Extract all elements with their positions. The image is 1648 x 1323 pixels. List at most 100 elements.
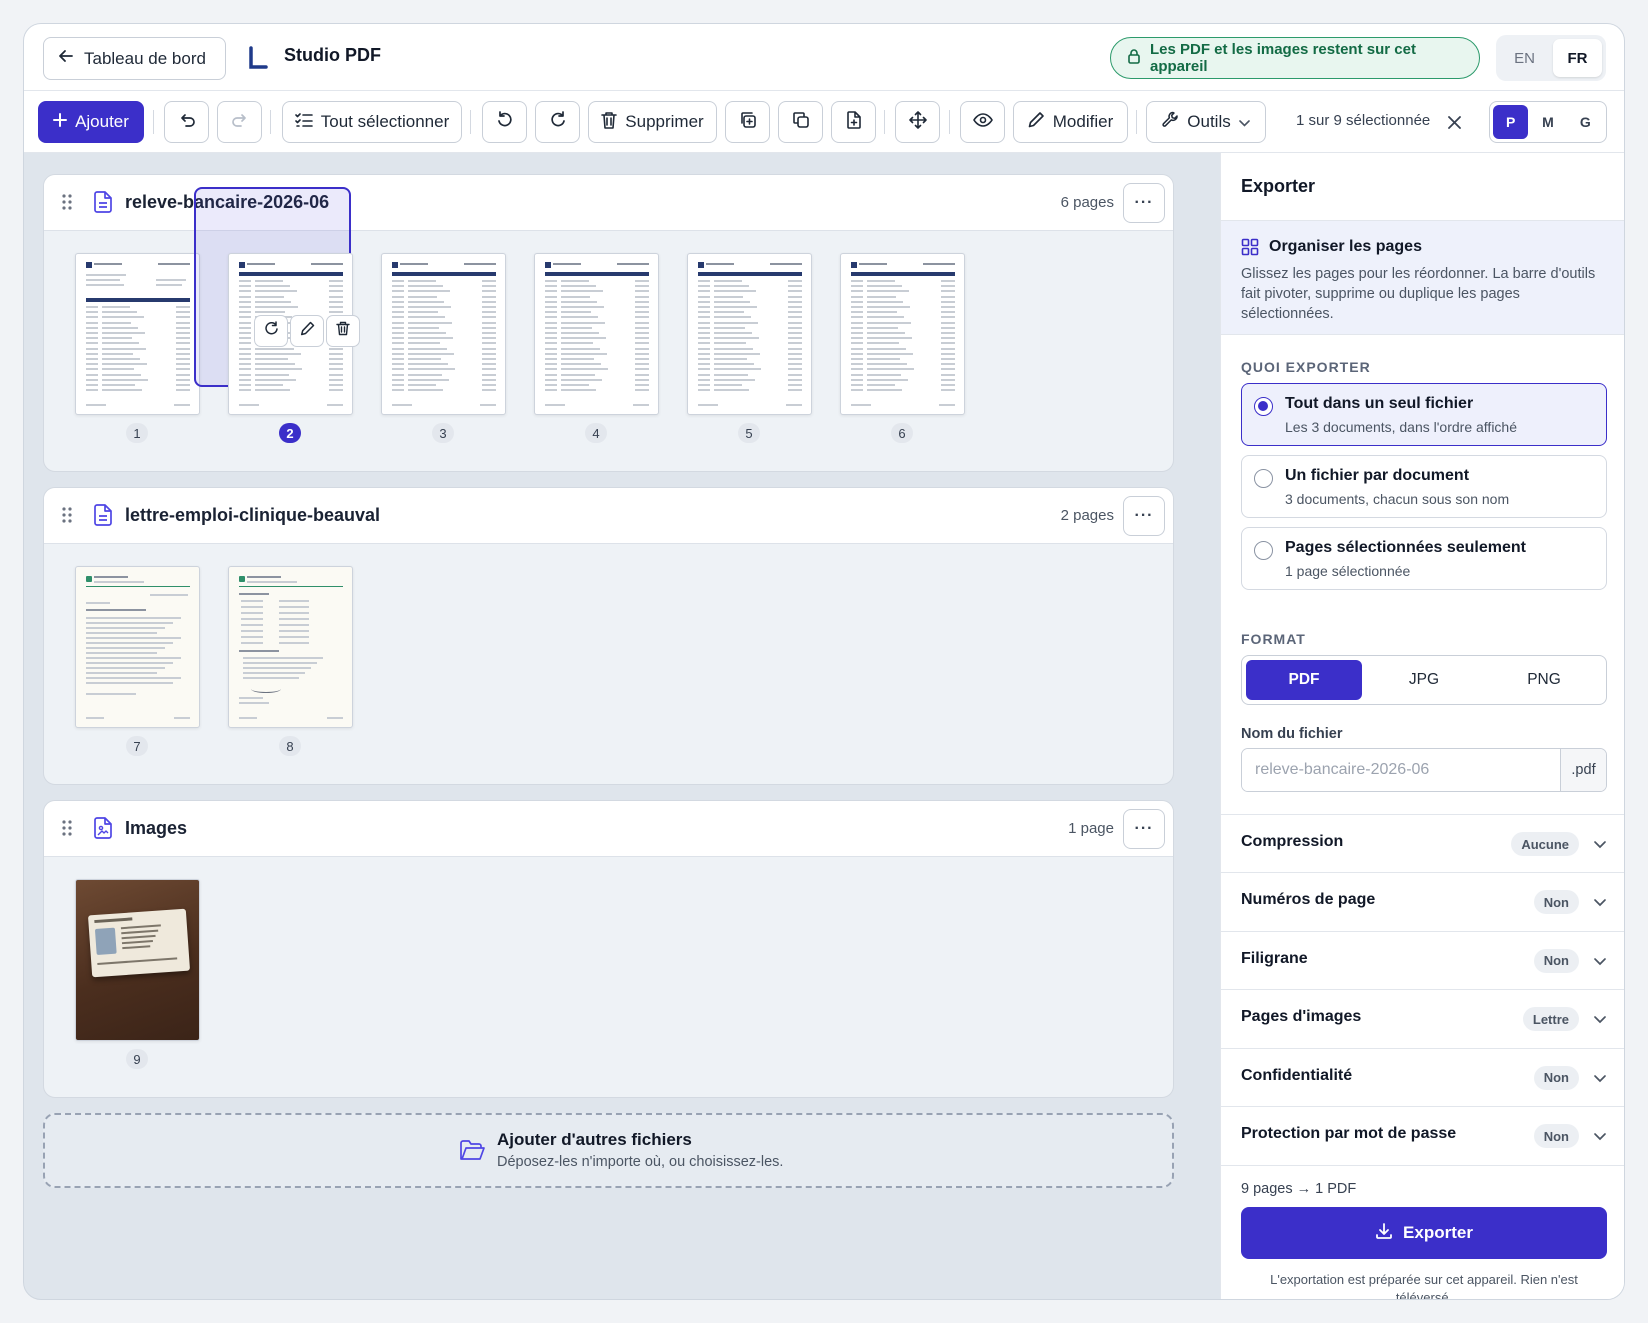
accordion-protection-par-mot-de-passe[interactable]: Protection par mot de passe Non: [1221, 1106, 1624, 1164]
drag-handle-icon[interactable]: [61, 819, 73, 837]
add-blank-page-button[interactable]: [831, 101, 876, 143]
eye-icon: [972, 112, 993, 132]
export-button[interactable]: Exporter: [1241, 1207, 1607, 1259]
page-thumbnail[interactable]: [534, 253, 659, 415]
page-thumbnail[interactable]: [75, 566, 200, 728]
text-line: [788, 389, 802, 392]
accordion-compression[interactable]: Compression Aucune: [1221, 814, 1624, 872]
text-line: [86, 657, 181, 659]
text-line: [255, 389, 290, 392]
tools-dropdown[interactable]: Outils: [1146, 101, 1266, 143]
text-line: [714, 290, 756, 293]
delete-page-button[interactable]: [326, 315, 360, 347]
edit-button[interactable]: Modifier: [1013, 101, 1128, 143]
text-line: [714, 347, 753, 350]
delete-button[interactable]: Supprimer: [588, 101, 717, 143]
text-line: [635, 285, 649, 288]
text-line: [102, 321, 131, 324]
undo-button[interactable]: [164, 101, 209, 143]
drag-handle-icon[interactable]: [61, 506, 73, 524]
text-line: [482, 326, 496, 329]
selection-count: 1 sur 9 sélectionnée: [1296, 112, 1431, 129]
text-line: [392, 311, 404, 314]
more-options-button[interactable]: ···: [1123, 809, 1165, 849]
export-panel: Exporter Organiser les pages Glissez les…: [1220, 153, 1624, 1299]
text-line: [867, 280, 895, 282]
edit-page-button[interactable]: [290, 315, 324, 347]
lang-fr-button[interactable]: FR: [1553, 39, 1602, 77]
text-line: [408, 368, 455, 371]
text-line: [239, 316, 251, 319]
rotate-left-button[interactable]: [482, 101, 527, 143]
page-thumbnail[interactable]: [381, 253, 506, 415]
text-line: [329, 300, 343, 303]
rotate-right-button[interactable]: [535, 101, 580, 143]
page-number: 3: [432, 423, 454, 443]
format-pdf-button[interactable]: PDF: [1246, 660, 1362, 700]
accordion-confidentialite[interactable]: Confidentialité Non: [1221, 1047, 1624, 1106]
text-line: [239, 332, 251, 334]
text-line: [86, 378, 98, 381]
radio-button[interactable]: [1254, 469, 1273, 488]
clear-selection-close-icon[interactable]: [1442, 110, 1466, 134]
page-thumbnail[interactable]: [228, 566, 353, 728]
text-line: [239, 363, 251, 366]
export-option-selected-pages[interactable]: Pages sélectionnées seulement 1 page sél…: [1241, 527, 1607, 590]
text-line: [243, 657, 323, 659]
text-line: [698, 358, 710, 360]
filename-input[interactable]: [1242, 749, 1560, 791]
accordion-filigrane[interactable]: Filigrane Non: [1221, 930, 1624, 989]
text-line: [86, 326, 98, 329]
text-line: [788, 368, 802, 371]
select-all-button[interactable]: Tout sélectionner: [282, 101, 462, 143]
page-thumbnail[interactable]: [687, 253, 812, 415]
text-line: [482, 378, 496, 381]
back-to-dashboard-button[interactable]: Tableau de bord: [43, 37, 226, 80]
text-line: [788, 347, 802, 350]
page-thumbnail[interactable]: [75, 879, 200, 1041]
copy-button[interactable]: [778, 101, 823, 143]
move-button[interactable]: [895, 101, 940, 143]
status-badge: Lettre: [1522, 1007, 1579, 1032]
drag-handle-icon[interactable]: [61, 193, 73, 211]
export-option-per-document[interactable]: Un fichier par document 3 documents, cha…: [1241, 455, 1607, 518]
duplicate-page-button[interactable]: [725, 101, 770, 143]
accordion-pages-d-images[interactable]: Pages d'images Lettre: [1221, 989, 1624, 1047]
more-options-button[interactable]: ···: [1123, 183, 1165, 223]
size-large-button[interactable]: G: [1568, 105, 1603, 139]
redo-button[interactable]: [217, 101, 262, 143]
export-option-single-file[interactable]: Tout dans un seul fichier Les 3 document…: [1241, 383, 1607, 446]
more-options-button[interactable]: ···: [1123, 496, 1165, 536]
format-jpg-button[interactable]: JPG: [1366, 660, 1482, 700]
add-files-dropzone[interactable]: Ajouter d'autres fichiers Déposez-les n'…: [43, 1113, 1174, 1188]
select-all-label: Tout sélectionner: [320, 112, 450, 131]
radio-button[interactable]: [1254, 397, 1273, 416]
text-line: [86, 637, 181, 639]
text-line: [545, 373, 557, 376]
download-icon: [1375, 1222, 1393, 1245]
size-small-button[interactable]: P: [1493, 105, 1529, 139]
divider: [239, 586, 343, 587]
text-line: [545, 290, 557, 293]
radio-button[interactable]: [1254, 541, 1273, 560]
bank-logo-icon: [239, 262, 245, 268]
text-line: [158, 263, 190, 265]
text-line: [239, 368, 251, 371]
bank-logo-icon: [851, 262, 857, 268]
text-line: [635, 300, 649, 303]
preview-button[interactable]: [960, 101, 1005, 143]
add-button[interactable]: Ajouter: [38, 101, 144, 143]
text-line: [788, 300, 802, 303]
lang-en-button[interactable]: EN: [1500, 39, 1549, 77]
format-png-button[interactable]: PNG: [1486, 660, 1602, 700]
page-number: 4: [585, 423, 607, 443]
accordion-numeros-de-page[interactable]: Numéros de page Non: [1221, 872, 1624, 930]
text-line: [941, 389, 955, 392]
text-line: [482, 384, 496, 386]
size-medium-button[interactable]: M: [1530, 105, 1565, 139]
text-line: [176, 368, 190, 371]
text-line: [86, 384, 98, 386]
rotate-page-button[interactable]: [254, 315, 288, 347]
page-thumbnail[interactable]: [840, 253, 965, 415]
page-thumbnail[interactable]: [75, 253, 200, 415]
